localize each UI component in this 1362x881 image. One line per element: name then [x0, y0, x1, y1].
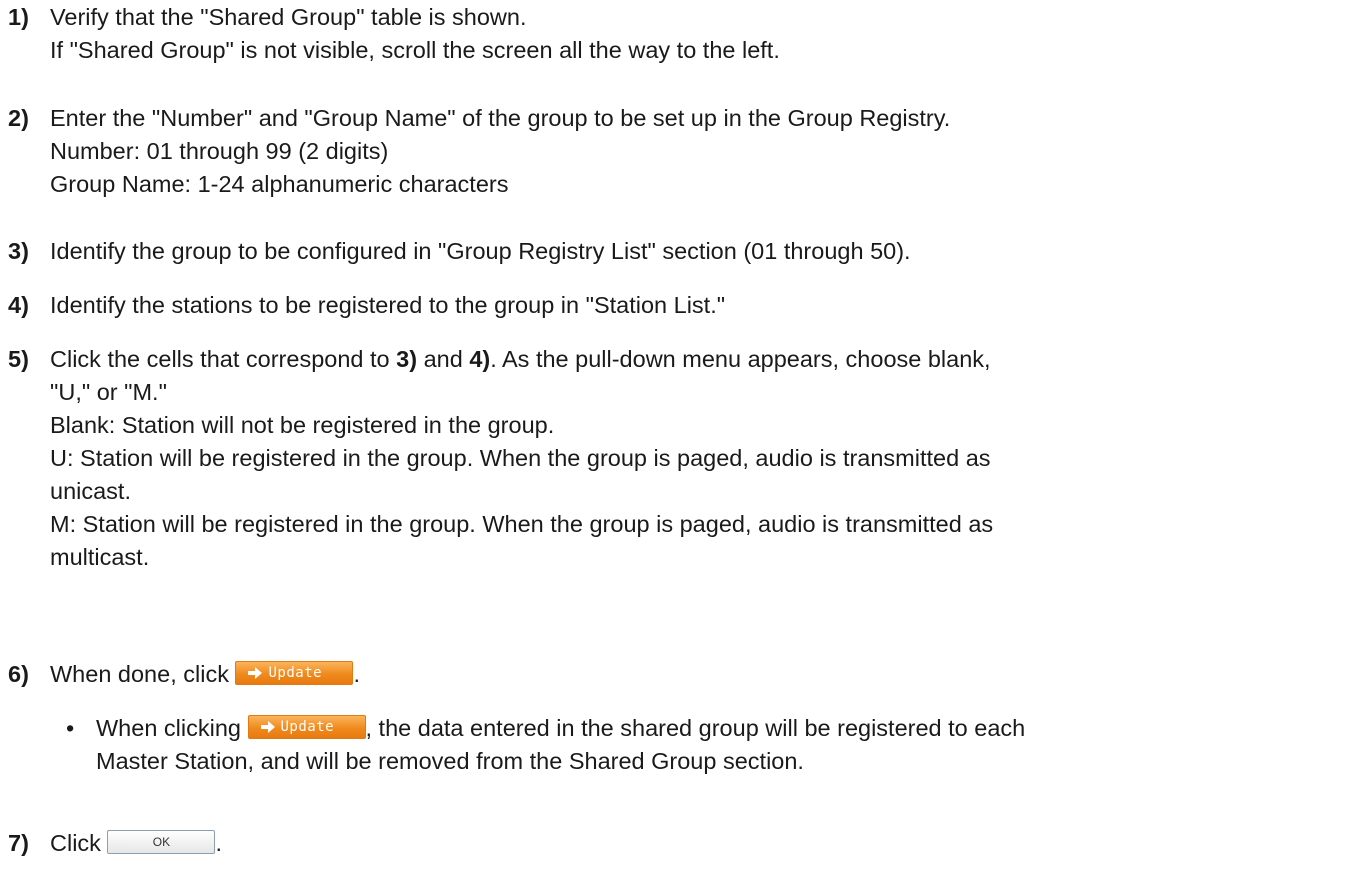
step-text: Click OK. [50, 827, 1348, 860]
step-text: If "Shared Group" is not visible, scroll… [50, 37, 780, 63]
step-number: 1) [8, 4, 29, 30]
note-text-part: , the data entered in the shared group w… [365, 715, 1026, 741]
bullet-point: • [66, 715, 75, 741]
step-text-part: and [417, 346, 470, 372]
step-text: Identify the stations to be registered t… [50, 292, 726, 318]
step-text: unicast. [50, 478, 131, 504]
step-text: Group Name: 1-24 alphanumeric characters [50, 171, 509, 197]
step-text: U: Station will be registered in the gro… [50, 445, 991, 471]
step-number: 3) [8, 238, 29, 264]
step-text: Identify the group to be configured in "… [50, 238, 911, 264]
step-text: Blank: Station will not be registered in… [50, 412, 555, 438]
arrow-right-icon [248, 667, 263, 679]
step-text-part: When done, click [50, 661, 236, 687]
update-button[interactable]: Update [235, 661, 354, 685]
step-number: 2) [8, 105, 29, 131]
update-button-label: Update [280, 719, 335, 735]
step-text: Enter the "Number" and "Group Name" of t… [50, 105, 951, 131]
step-text: M: Station will be registered in the gro… [50, 511, 994, 537]
step-text: multicast. [50, 544, 150, 570]
step-text: Click the cells that correspond to 3) an… [50, 343, 1348, 376]
step-number: 4) [8, 292, 29, 318]
step-number: 7) [8, 830, 29, 856]
step-number: 6) [8, 661, 29, 687]
step-text-part: Click the cells that correspond to [50, 346, 397, 372]
ok-button[interactable]: OK [107, 830, 216, 854]
step-text: Number: 01 through 99 (2 digits) [50, 138, 389, 164]
note-text-part: When clicking [96, 715, 248, 741]
update-button[interactable]: Update [247, 715, 366, 739]
step-text-part: . [215, 830, 222, 856]
step-text-part: . As the pull-down menu appears, choose … [490, 346, 991, 372]
step-text: When done, click Update. [50, 658, 1348, 691]
step-number: 5) [8, 346, 29, 372]
update-button-label: Update [268, 665, 323, 681]
step-text: "U," or "M." [50, 379, 167, 405]
step-text-part: Click [50, 830, 108, 856]
note-text: Master Station, and will be removed from… [96, 748, 804, 774]
step-reference: 3) [396, 346, 418, 372]
note-text: When clicking Update , the data entered i… [96, 712, 1346, 745]
step-text: Verify that the "Shared Group" table is … [50, 4, 527, 30]
step-text-part: . [353, 661, 361, 687]
ok-button-label: OK [152, 835, 171, 849]
step-reference: 4) [469, 346, 491, 372]
arrow-right-icon [260, 721, 275, 733]
